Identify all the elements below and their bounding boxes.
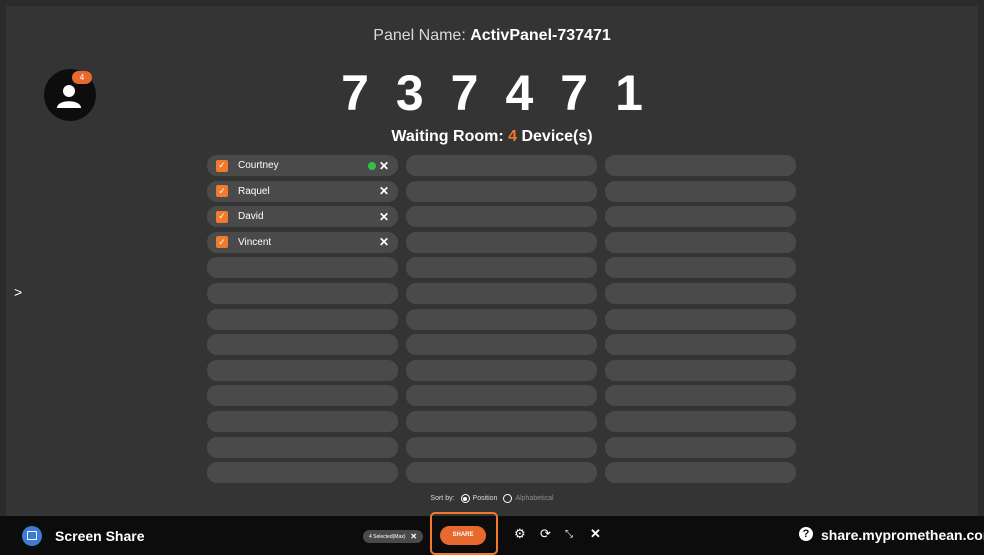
empty-device-slot [406, 308, 597, 330]
empty-device-slot [406, 462, 597, 484]
empty-device-slot [605, 308, 796, 330]
remove-device-icon[interactable]: ✕ [379, 159, 389, 173]
empty-device-slot [406, 206, 597, 228]
clear-selection-icon[interactable]: ✕ [410, 532, 417, 541]
empty-device-slot [406, 155, 597, 176]
empty-device-slot [207, 282, 398, 304]
empty-device-slot [406, 334, 597, 356]
empty-device-slot [406, 359, 597, 381]
empty-device-slot [605, 462, 796, 484]
selected-count-pill[interactable]: 4 Selected(Max) ✕ [363, 530, 424, 543]
empty-device-slot [605, 257, 796, 279]
empty-device-slot [605, 180, 796, 202]
sort-position-radio[interactable]: Position [460, 494, 497, 503]
device-grid: ✓ Courtney ✕ ✓ Raquel ✕ ✓ David ✕ ✓ Vincent ✕ [207, 155, 797, 485]
empty-device-slot [605, 231, 796, 253]
empty-device-slot [605, 436, 796, 458]
empty-device-slot [406, 436, 597, 458]
close-icon[interactable]: ✕ [590, 526, 601, 542]
share-url[interactable]: share.mypromethean.com [821, 527, 984, 543]
empty-device-slot [207, 436, 398, 458]
empty-device-slot [605, 155, 796, 176]
empty-device-slot [605, 385, 796, 407]
remove-device-icon[interactable]: ✕ [379, 184, 389, 198]
device-slot[interactable]: ✓ David ✕ [207, 206, 398, 228]
minimize-icon[interactable]: ⤡ [565, 529, 573, 540]
sort-bar: Sort by: Position Alphabetical [0, 494, 984, 503]
empty-device-slot [605, 206, 796, 228]
checkbox-checked-icon[interactable]: ✓ [216, 210, 228, 223]
empty-device-slot [406, 180, 597, 202]
empty-device-slot [207, 257, 398, 279]
empty-device-slot [605, 334, 796, 356]
online-status-icon [368, 161, 376, 170]
connection-code: 737471 [341, 65, 670, 121]
device-name: Vincent [238, 236, 272, 248]
app-title: Screen Share [55, 528, 145, 544]
empty-device-slot [207, 410, 398, 432]
empty-device-slot [207, 334, 398, 356]
empty-device-slot [207, 385, 398, 407]
empty-device-slot [207, 308, 398, 330]
waiting-room-title: Waiting Room: 4 Device(s) [391, 128, 593, 145]
remove-device-icon[interactable]: ✕ [379, 235, 389, 249]
empty-device-slot [406, 257, 597, 279]
device-name: David [238, 211, 264, 223]
device-count: 4 [508, 128, 518, 145]
checkbox-checked-icon[interactable]: ✓ [216, 185, 228, 198]
device-name: Courtney [238, 160, 279, 171]
sort-alphabetical-radio[interactable]: Alphabetical [503, 494, 554, 503]
radio-icon [503, 494, 513, 503]
device-slot[interactable]: ✓ Courtney ✕ [207, 155, 398, 176]
empty-device-slot [406, 282, 597, 304]
empty-device-slot [605, 410, 796, 432]
checkbox-checked-icon[interactable]: ✓ [216, 159, 228, 172]
chevron-right-icon[interactable]: > [14, 284, 22, 300]
refresh-icon[interactable]: ⟳ [540, 526, 551, 542]
help-icon[interactable]: ? [799, 527, 813, 541]
gear-icon[interactable]: ⚙ [514, 526, 526, 542]
empty-device-slot [207, 462, 398, 484]
remove-device-icon[interactable]: ✕ [379, 210, 389, 224]
empty-device-slot [605, 282, 796, 304]
checkbox-checked-icon[interactable]: ✓ [216, 236, 228, 249]
empty-device-slot [207, 359, 398, 381]
screen-share-icon [22, 526, 42, 546]
device-slot[interactable]: ✓ Raquel ✕ [207, 180, 398, 202]
sort-label: Sort by: [430, 495, 455, 502]
device-name: Raquel [238, 185, 270, 197]
empty-device-slot [406, 231, 597, 253]
panel-name: Panel Name: ActivPanel-737471 [373, 27, 611, 44]
radio-selected-icon [460, 494, 470, 503]
empty-device-slot [406, 410, 597, 432]
empty-device-slot [406, 385, 597, 407]
empty-device-slot [605, 359, 796, 381]
device-slot[interactable]: ✓ Vincent ✕ [207, 231, 398, 253]
share-button[interactable]: SHARE [440, 526, 486, 545]
